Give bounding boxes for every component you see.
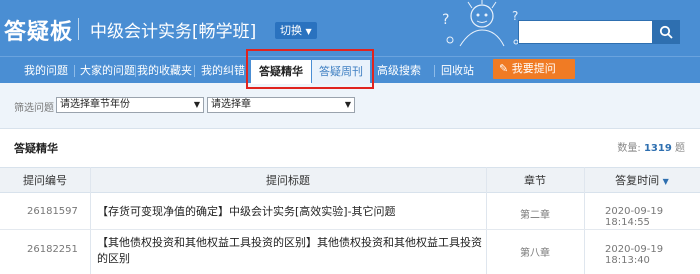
question-reply-time: 2020-09-19 18:13:40 bbox=[605, 244, 664, 266]
search-button[interactable] bbox=[652, 20, 680, 44]
nav-separator bbox=[135, 65, 136, 77]
search-icon bbox=[659, 25, 673, 39]
question-id: 26182251 bbox=[27, 244, 78, 255]
nav-item-my-corrections[interactable]: 我的纠错 bbox=[201, 57, 245, 84]
panel-title: 答疑精华 bbox=[14, 142, 58, 155]
table-header: 提问编号 提问标题 章节 答复时间 ▼ bbox=[0, 167, 700, 193]
header-bar: 答疑板 中级会计实务[畅学班] 切换 ▼ ? ? bbox=[0, 0, 700, 56]
header-divider bbox=[78, 18, 79, 40]
question-title-link[interactable]: 【存货可变现净值的确定】中级会计实务[高效实验]-其它问题 bbox=[97, 204, 482, 220]
app-logo[interactable]: 答疑板 bbox=[4, 14, 73, 46]
chapter-year-select-value: 请选择章节年份 bbox=[60, 99, 130, 110]
nav-item-my-questions[interactable]: 我的问题 bbox=[24, 57, 68, 84]
chevron-down-icon: ▼ bbox=[305, 27, 312, 36]
col-header-chapter: 章节 bbox=[524, 174, 546, 187]
course-title: 中级会计实务[畅学班] bbox=[90, 22, 257, 42]
thinking-character-icon: ? ? bbox=[442, 0, 519, 47]
chapter-select-value: 请选择章 bbox=[211, 99, 251, 110]
pencil-icon: ✎ bbox=[499, 62, 509, 75]
search-input[interactable] bbox=[518, 20, 652, 44]
nav-separator bbox=[74, 65, 75, 77]
highlight-box bbox=[246, 49, 374, 89]
question-chapter: 第二章 bbox=[520, 210, 550, 221]
reply-time-label: 答复时间 bbox=[615, 174, 660, 187]
col-header-reply-time[interactable]: 答复时间 ▼ bbox=[584, 168, 700, 194]
nav-separator bbox=[194, 65, 195, 77]
dropdown-arrow-icon: ▼ bbox=[193, 100, 200, 109]
svg-text:?: ? bbox=[442, 12, 449, 28]
nav-separator bbox=[434, 65, 435, 77]
question-id: 26181597 bbox=[27, 206, 78, 217]
question-count: 数量: 1319 题 bbox=[617, 139, 685, 154]
ask-question-button[interactable]: ✎ 我要提问 bbox=[493, 59, 575, 79]
col-header-id: 提问编号 bbox=[23, 174, 67, 187]
nav-item-favorites[interactable]: 我的收藏夹 bbox=[137, 57, 192, 84]
ask-question-label: 我要提问 bbox=[511, 62, 556, 75]
table-row[interactable]: 26182251 【其他债权投资和其他权益工具投资的区别】其他债权投资和其他权益… bbox=[0, 230, 700, 274]
question-chapter: 第八章 bbox=[520, 248, 550, 259]
qa-essence-panel: 答疑精华 数量: 1319 题 提问编号 提问标题 章节 答复时间 ▼ 2618… bbox=[0, 128, 700, 274]
col-header-title: 提问标题 bbox=[266, 174, 310, 187]
nav-item-advanced-search[interactable]: 高级搜索 bbox=[377, 57, 421, 84]
dropdown-arrow-icon: ▼ bbox=[344, 100, 351, 109]
chapter-select[interactable]: 请选择章 ▼ bbox=[207, 97, 355, 113]
filter-bar: 筛选问题 请选择章节年份 ▼ 请选择章 ▼ bbox=[0, 88, 700, 122]
count-label: 数量: bbox=[617, 143, 641, 154]
nav-item-recycle-bin[interactable]: 回收站 bbox=[441, 57, 474, 84]
switch-course-button[interactable]: 切换 ▼ bbox=[275, 22, 317, 39]
question-reply-time: 2020-09-19 18:14:55 bbox=[605, 206, 664, 228]
table-row[interactable]: 26181597 【存货可变现净值的确定】中级会计实务[高效实验]-其它问题 第… bbox=[0, 193, 700, 230]
nav-item-everyone-questions[interactable]: 大家的问题 bbox=[80, 57, 135, 84]
count-value: 1319 bbox=[643, 143, 672, 154]
sort-desc-icon: ▼ bbox=[662, 177, 669, 186]
count-unit: 题 bbox=[675, 143, 685, 154]
question-title-link[interactable]: 【其他债权投资和其他权益工具投资的区别】其他债权投资和其他权益工具投资的区别 bbox=[97, 235, 482, 267]
filter-label: 筛选问题 bbox=[14, 103, 54, 114]
switch-label: 切换 bbox=[280, 24, 302, 37]
chapter-year-select[interactable]: 请选择章节年份 ▼ bbox=[56, 97, 204, 113]
